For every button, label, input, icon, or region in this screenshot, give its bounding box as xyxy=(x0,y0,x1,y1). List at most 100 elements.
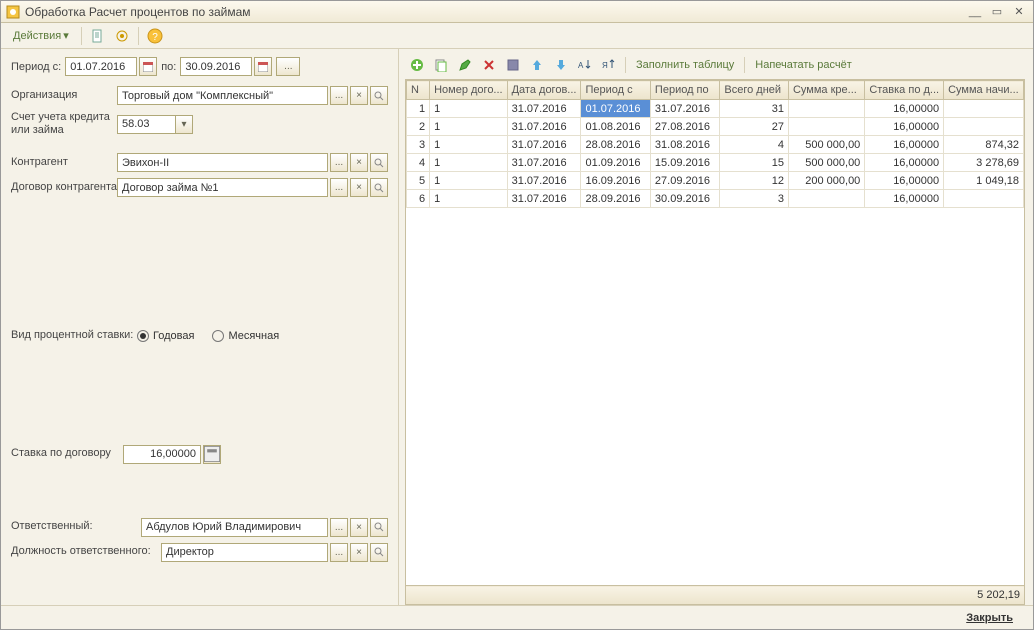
table-cell[interactable]: 01.09.2016 xyxy=(581,154,650,172)
clear-button[interactable]: × xyxy=(350,518,368,537)
period-to-input[interactable] xyxy=(180,57,252,76)
delete-row-icon[interactable] xyxy=(479,55,499,75)
ellipsis-button[interactable]: ... xyxy=(330,543,348,562)
col-doc-num[interactable]: Номер дого... xyxy=(430,81,508,100)
table-cell[interactable]: 4 xyxy=(720,136,789,154)
table-cell[interactable] xyxy=(788,190,864,208)
table-cell[interactable]: 16,00000 xyxy=(865,190,944,208)
table-cell[interactable]: 1 xyxy=(430,136,508,154)
search-icon[interactable] xyxy=(370,86,388,105)
close-window-button[interactable]: ✕ xyxy=(1009,4,1029,20)
document-icon[interactable] xyxy=(88,26,108,46)
table-cell[interactable]: 1 xyxy=(407,100,430,118)
table-cell[interactable]: 500 000,00 xyxy=(788,136,864,154)
table-cell[interactable]: 30.09.2016 xyxy=(650,190,719,208)
calculator-icon[interactable] xyxy=(203,445,221,464)
table-cell[interactable]: 01.07.2016 xyxy=(581,100,650,118)
table-cell[interactable]: 27.09.2016 xyxy=(650,172,719,190)
table-cell[interactable]: 15 xyxy=(720,154,789,172)
search-icon[interactable] xyxy=(370,543,388,562)
table-cell[interactable]: 200 000,00 xyxy=(788,172,864,190)
dropdown-button[interactable]: ▾ xyxy=(175,115,193,134)
search-icon[interactable] xyxy=(370,153,388,172)
table-cell[interactable]: 2 xyxy=(407,118,430,136)
table-cell[interactable]: 16,00000 xyxy=(865,118,944,136)
ellipsis-button[interactable]: ... xyxy=(330,153,348,172)
account-input[interactable] xyxy=(117,115,175,134)
table-cell[interactable]: 1 049,18 xyxy=(944,172,1024,190)
contract-input[interactable] xyxy=(117,178,328,197)
table-row[interactable]: 5131.07.201616.09.201627.09.201612200 00… xyxy=(407,172,1024,190)
table-cell[interactable]: 31.07.2016 xyxy=(507,154,581,172)
col-period-to[interactable]: Период по xyxy=(650,81,719,100)
responsible-input[interactable] xyxy=(141,518,328,537)
table-row[interactable]: 6131.07.201628.09.201630.09.2016316,0000… xyxy=(407,190,1024,208)
help-icon[interactable]: ? xyxy=(145,26,165,46)
col-n[interactable]: N xyxy=(407,81,430,100)
col-doc-date[interactable]: Дата догов... xyxy=(507,81,581,100)
table-cell[interactable]: 31.08.2016 xyxy=(650,136,719,154)
table-cell[interactable] xyxy=(788,118,864,136)
move-down-icon[interactable] xyxy=(551,55,571,75)
edit-row-icon[interactable] xyxy=(455,55,475,75)
search-icon[interactable] xyxy=(370,178,388,197)
table-cell[interactable]: 31.07.2016 xyxy=(507,118,581,136)
close-button[interactable]: Закрыть xyxy=(958,610,1021,626)
table-cell[interactable]: 27 xyxy=(720,118,789,136)
table-cell[interactable]: 16,00000 xyxy=(865,154,944,172)
table-cell[interactable]: 4 xyxy=(407,154,430,172)
table-cell[interactable]: 12 xyxy=(720,172,789,190)
maximize-button[interactable]: ▭ xyxy=(987,4,1007,20)
clear-button[interactable]: × xyxy=(350,153,368,172)
table-cell[interactable]: 3 xyxy=(407,136,430,154)
col-accrued[interactable]: Сумма начи... xyxy=(944,81,1024,100)
counterparty-input[interactable] xyxy=(117,153,328,172)
table-cell[interactable]: 16,00000 xyxy=(865,100,944,118)
table-cell[interactable]: 3 278,69 xyxy=(944,154,1024,172)
period-from-input[interactable] xyxy=(65,57,137,76)
table-cell[interactable] xyxy=(944,100,1024,118)
print-calc-button[interactable]: Напечатать расчёт xyxy=(751,59,856,71)
table-row[interactable]: 4131.07.201601.09.201615.09.201615500 00… xyxy=(407,154,1024,172)
calendar-icon[interactable] xyxy=(254,57,272,76)
move-up-icon[interactable] xyxy=(527,55,547,75)
contract-rate-input[interactable] xyxy=(123,445,201,464)
rate-yearly-radio[interactable]: Годовая xyxy=(137,330,194,342)
col-credit-sum[interactable]: Сумма кре... xyxy=(788,81,864,100)
fill-table-button[interactable]: Заполнить таблицу xyxy=(632,59,738,71)
search-icon[interactable] xyxy=(370,518,388,537)
table-cell[interactable]: 31.07.2016 xyxy=(507,100,581,118)
table-cell[interactable]: 27.08.2016 xyxy=(650,118,719,136)
table-row[interactable]: 2131.07.201601.08.201627.08.20162716,000… xyxy=(407,118,1024,136)
calendar-icon[interactable] xyxy=(139,57,157,76)
ellipsis-button[interactable]: ... xyxy=(330,518,348,537)
table-cell[interactable]: 1 xyxy=(430,154,508,172)
table-cell[interactable]: 1 xyxy=(430,190,508,208)
org-input[interactable] xyxy=(117,86,328,105)
actions-menu[interactable]: Действия ▾ xyxy=(7,27,75,44)
table-cell[interactable]: 01.08.2016 xyxy=(581,118,650,136)
col-days[interactable]: Всего дней xyxy=(720,81,789,100)
settings-icon[interactable] xyxy=(112,26,132,46)
table-cell[interactable] xyxy=(944,190,1024,208)
table-cell[interactable] xyxy=(788,100,864,118)
table-cell[interactable]: 16,00000 xyxy=(865,136,944,154)
table-cell[interactable]: 31.07.2016 xyxy=(507,136,581,154)
table-cell[interactable]: 31.07.2016 xyxy=(507,172,581,190)
col-rate[interactable]: Ставка по д... xyxy=(865,81,944,100)
clear-button[interactable]: × xyxy=(350,178,368,197)
table-cell[interactable] xyxy=(944,118,1024,136)
table-cell[interactable]: 5 xyxy=(407,172,430,190)
table-cell[interactable]: 31 xyxy=(720,100,789,118)
sort-desc-icon[interactable]: Я xyxy=(599,55,619,75)
table-row[interactable]: 1131.07.201601.07.201631.07.20163116,000… xyxy=(407,100,1024,118)
table-cell[interactable]: 28.08.2016 xyxy=(581,136,650,154)
table-cell[interactable]: 31.07.2016 xyxy=(507,190,581,208)
copy-row-icon[interactable] xyxy=(431,55,451,75)
ellipsis-button[interactable]: ... xyxy=(330,86,348,105)
period-more-button[interactable]: ... xyxy=(276,57,300,76)
table-cell[interactable]: 3 xyxy=(720,190,789,208)
table-row[interactable]: 3131.07.201628.08.201631.08.20164500 000… xyxy=(407,136,1024,154)
add-row-icon[interactable] xyxy=(407,55,427,75)
table-cell[interactable]: 6 xyxy=(407,190,430,208)
